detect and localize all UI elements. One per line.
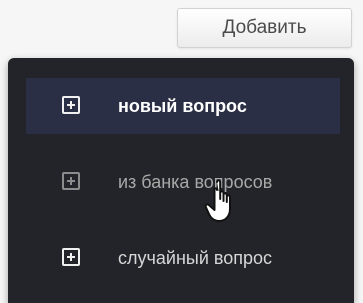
menu-item-label: из банка вопросов: [118, 172, 273, 192]
menu-item-label: случайный вопрос: [118, 248, 273, 268]
plus-square-icon: [62, 96, 80, 114]
menu-item-label: новый вопрос: [118, 96, 247, 116]
add-button[interactable]: Добавить: [177, 8, 352, 48]
menu-item-new-question[interactable]: новый вопрос: [26, 78, 340, 134]
plus-square-icon: [62, 172, 80, 190]
add-dropdown-menu: новый вопрос из банка вопросов случайный…: [8, 58, 354, 303]
plus-square-icon: [62, 248, 80, 266]
hand-cursor-icon: [204, 179, 231, 222]
menu-item-random-question[interactable]: случайный вопрос: [26, 230, 340, 286]
menu-item-from-question-bank[interactable]: из банка вопросов: [26, 154, 340, 210]
